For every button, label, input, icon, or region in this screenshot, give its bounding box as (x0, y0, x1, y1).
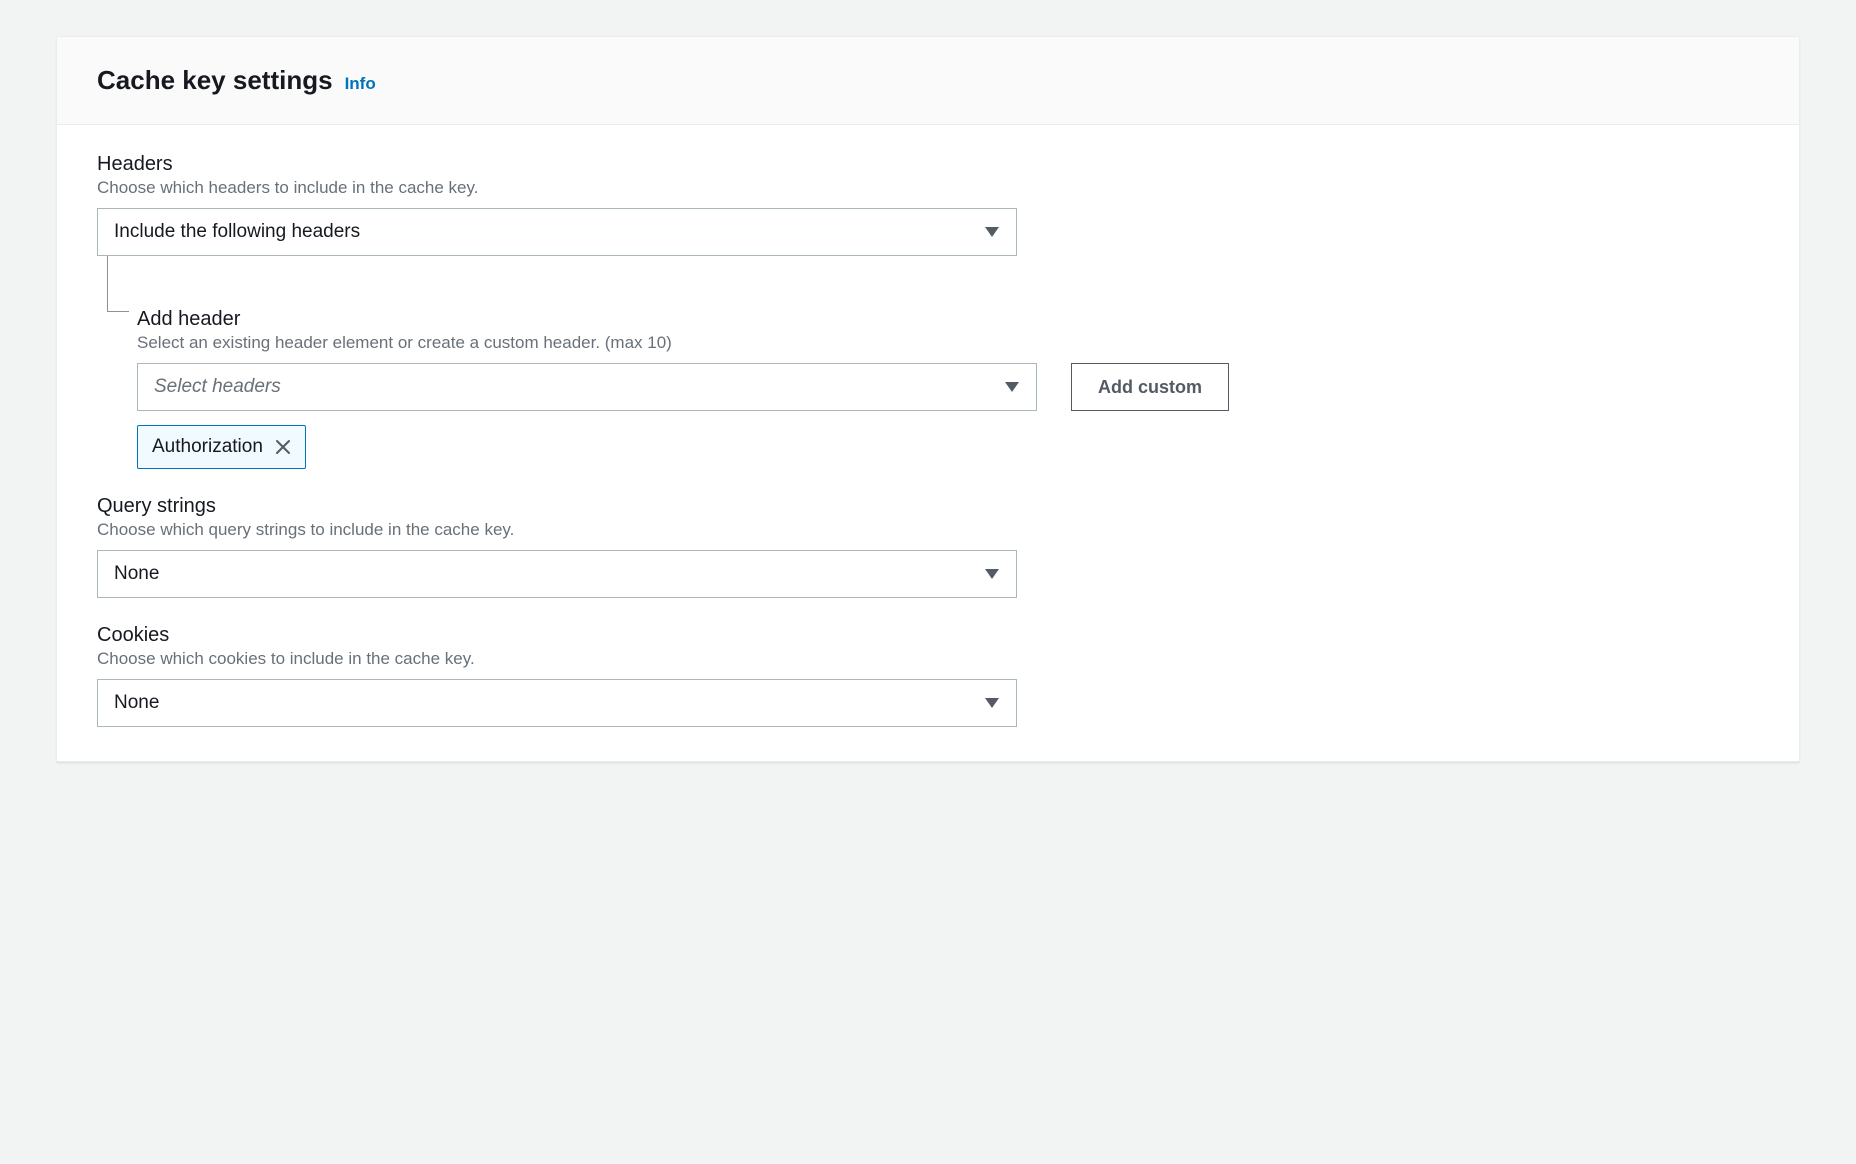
cache-key-settings-panel: Cache key settings Info Headers Choose w… (56, 36, 1800, 762)
cookies-group: Cookies Choose which cookies to include … (97, 624, 1759, 727)
cookies-select-value: None (114, 692, 159, 714)
remove-token-icon[interactable] (275, 439, 291, 455)
panel-body: Headers Choose which headers to include … (57, 125, 1799, 761)
info-link[interactable]: Info (345, 74, 376, 94)
add-custom-button[interactable]: Add custom (1071, 363, 1229, 411)
add-header-description: Select an existing header element or cre… (137, 333, 1759, 353)
query-strings-description: Choose which query strings to include in… (97, 520, 1759, 540)
tree-connector (107, 256, 129, 312)
header-token-authorization: Authorization (137, 425, 306, 469)
cookies-select-wrapper: None (97, 679, 1017, 727)
headers-select-wrapper: Include the following headers (97, 208, 1017, 256)
add-header-select-wrapper: Select headers (137, 363, 1037, 411)
cookies-select[interactable]: None (97, 679, 1017, 727)
add-header-select[interactable]: Select headers (137, 363, 1037, 411)
query-strings-group: Query strings Choose which query strings… (97, 495, 1759, 598)
query-strings-select[interactable]: None (97, 550, 1017, 598)
query-strings-select-value: None (114, 563, 159, 585)
headers-select-value: Include the following headers (114, 221, 360, 243)
headers-label: Headers (97, 153, 1759, 176)
header-token-label: Authorization (152, 436, 263, 458)
panel-title: Cache key settings (97, 65, 333, 96)
add-header-group: Add header Select an existing header ele… (107, 256, 1759, 469)
panel-header: Cache key settings Info (57, 37, 1799, 125)
add-header-placeholder: Select headers (154, 376, 281, 398)
cookies-description: Choose which cookies to include in the c… (97, 649, 1759, 669)
headers-group: Headers Choose which headers to include … (97, 153, 1759, 469)
query-strings-label: Query strings (97, 495, 1759, 518)
headers-description: Choose which headers to include in the c… (97, 178, 1759, 198)
add-header-row: Select headers Add custom (137, 363, 1759, 411)
headers-select[interactable]: Include the following headers (97, 208, 1017, 256)
cookies-label: Cookies (97, 624, 1759, 647)
add-header-label: Add header (137, 308, 1759, 331)
query-strings-select-wrapper: None (97, 550, 1017, 598)
header-token-row: Authorization (137, 425, 1759, 469)
